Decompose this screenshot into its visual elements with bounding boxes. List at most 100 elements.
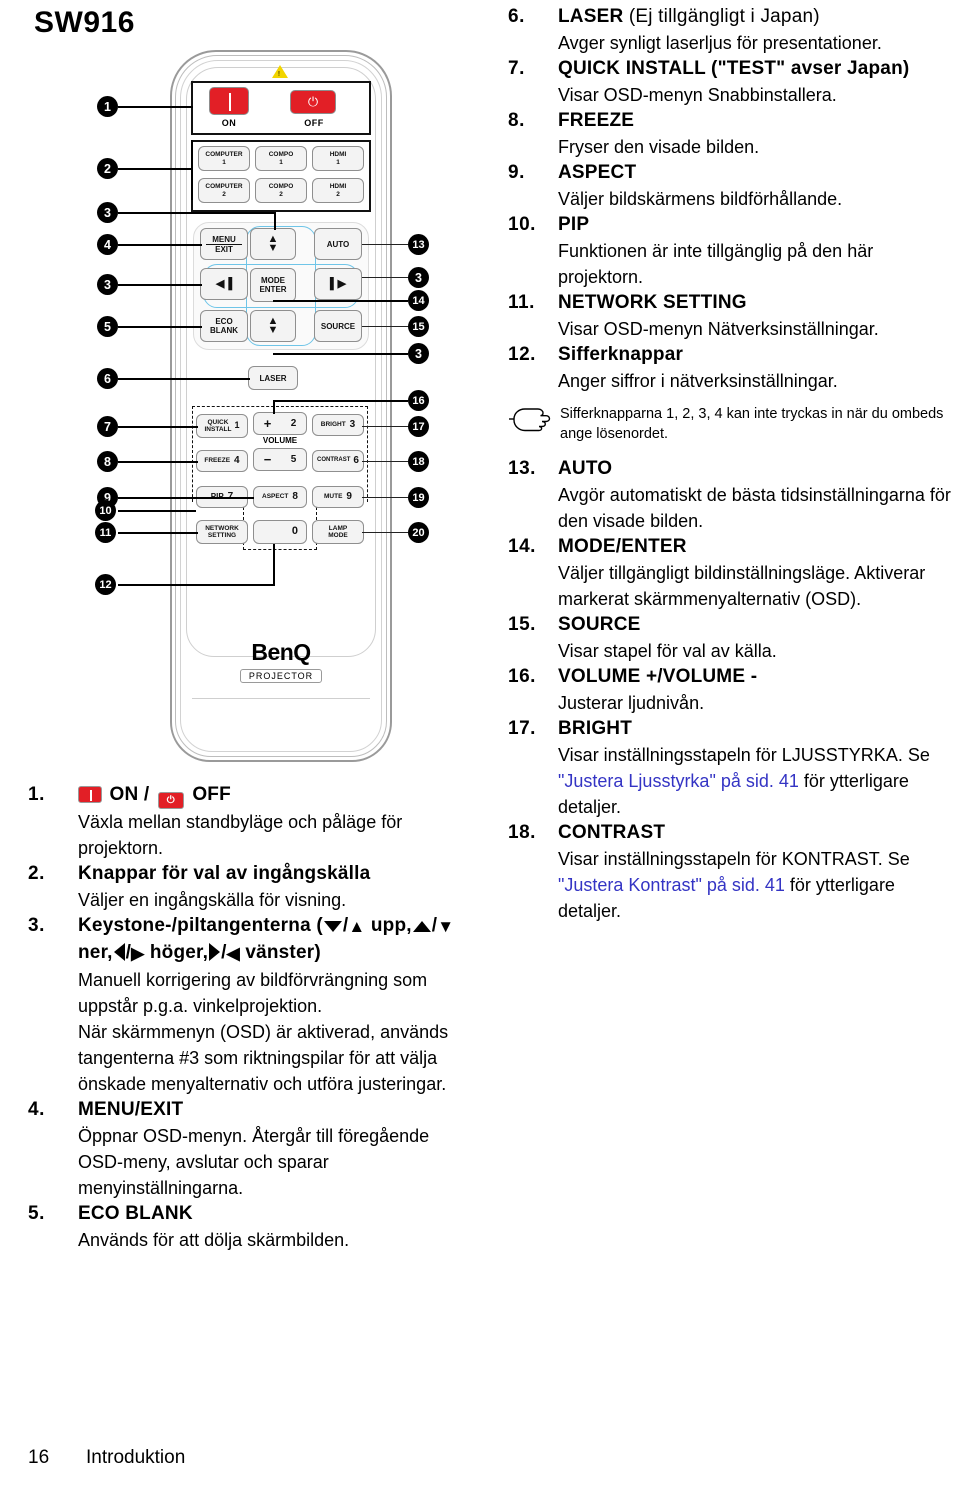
leader-line — [362, 277, 408, 278]
key-quick-install[interactable]: QUICK INSTALL 1 — [196, 414, 248, 438]
item-title-main: LASER — [558, 6, 624, 27]
laser-warning-icon: ! — [272, 65, 288, 78]
right-description-list: 6. LASER (Ej tillgängligt i Japan) Avger… — [508, 4, 958, 924]
leader-line — [118, 584, 274, 586]
key-menu-exit[interactable]: MENU EXIT — [200, 228, 248, 260]
item-number: 4. — [28, 1099, 45, 1120]
key-volume-down[interactable]: − 5 — [253, 448, 307, 471]
key-sublabel: ENTER — [259, 285, 287, 294]
list-item: 15. SOURCE Visar stapel för val av källa… — [508, 612, 958, 664]
key-label: HDMI — [329, 183, 347, 190]
item-description: Visar inställningsstapeln för KONTRAST. … — [558, 846, 958, 924]
item-description: Avger synligt laserljus för presentation… — [558, 33, 882, 53]
list-item: 8. FREEZE Fryser den visade bilden. — [508, 108, 958, 160]
item-title: ASPECT — [558, 162, 637, 183]
key-computer-2[interactable]: COMPUTER 2 — [198, 178, 250, 203]
power-off-icon: ⏻ — [157, 792, 184, 809]
item-title: NETWORK SETTING — [558, 292, 747, 313]
item-title-part-b: upp, — [370, 915, 412, 936]
key-keystone-up[interactable]: ▲ ▼ — [250, 228, 296, 260]
leader-line — [118, 168, 193, 170]
key-label: ECO — [215, 317, 233, 326]
key-compo-1[interactable]: COMPO 1 — [255, 146, 307, 171]
leader-line — [362, 326, 408, 327]
item-description: Växla mellan standbyläge och påläge för … — [78, 812, 403, 858]
key-source[interactable]: SOURCE — [314, 310, 362, 342]
item-number: 12. — [508, 344, 536, 365]
leader-line — [362, 497, 408, 498]
key-left[interactable]: ◀▐ — [200, 268, 248, 300]
cross-reference-link[interactable]: "Justera Kontrast" på sid. 41 — [558, 875, 785, 895]
item-title: MODE/ENTER — [558, 536, 687, 557]
key-keystone-down[interactable]: ▲ ▼ — [250, 310, 296, 342]
callout-4: 4 — [97, 234, 118, 255]
item-description: Väljer bildskärmens bildförhållande. — [558, 189, 843, 209]
key-label: NETWORK — [205, 524, 239, 532]
key-auto[interactable]: AUTO — [314, 228, 362, 260]
item-number: 14. — [508, 536, 536, 557]
key-label: CONTRAST — [317, 457, 351, 464]
key-mode-enter[interactable]: MODE ENTER — [250, 268, 296, 302]
key-digit: 9 — [346, 491, 352, 503]
key-laser[interactable]: LASER — [248, 366, 298, 390]
key-computer-1[interactable]: COMPUTER 1 — [198, 146, 250, 171]
callout-11: 11 — [95, 522, 116, 543]
callout-1: 1 — [97, 96, 118, 117]
item-number: 11. — [508, 292, 535, 313]
cross-reference-link[interactable]: "Justera Ljusstyrka" på sid. 41 — [558, 771, 799, 791]
list-item: 10. PIP Funktionen är inte tillgänglig p… — [508, 212, 958, 290]
key-lamp-mode[interactable]: LAMP MODE — [312, 520, 364, 544]
item-title-part-c: ner, — [78, 942, 113, 963]
key-label: + — [263, 415, 272, 431]
key-freeze[interactable]: FREEZE 4 — [196, 450, 248, 472]
leader-line — [118, 532, 198, 534]
key-label: LASER — [259, 373, 287, 383]
callout-2: 2 — [97, 158, 118, 179]
key-digit: 0 — [291, 525, 298, 538]
item-number: 10. — [508, 214, 536, 235]
key-zero[interactable]: 0 — [253, 520, 307, 544]
list-item: 4. MENU/EXIT Öppnar OSD-menyn. Återgår t… — [28, 1097, 473, 1201]
key-sublabel: EXIT — [206, 243, 242, 254]
power-off-label: OFF — [304, 118, 324, 128]
callout-20: 20 — [408, 522, 429, 543]
key-network-setting[interactable]: NETWORK SETTING — [196, 520, 248, 544]
leader-line — [273, 544, 275, 586]
callout-5: 5 — [97, 316, 118, 337]
item-description: Funktionen är inte tillgänglig på den hä… — [558, 241, 874, 287]
key-digit: 3 — [349, 419, 356, 431]
key-label: ASPECT — [262, 493, 289, 501]
key-volume-up[interactable]: + 2 — [253, 412, 307, 435]
item-number: 6. — [508, 6, 525, 27]
leader-line — [362, 244, 408, 245]
key-contrast[interactable]: CONTRAST 6 — [312, 450, 364, 472]
key-bright[interactable]: BRIGHT 3 — [312, 414, 364, 436]
key-aspect[interactable]: ASPECT 8 — [253, 486, 307, 508]
key-label: COMPUTER — [205, 151, 243, 158]
note-block: Sifferknapparna 1, 2, 3, 4 kan inte tryc… — [508, 404, 958, 444]
power-on-icon — [78, 786, 102, 803]
callout-3c: 3 — [408, 267, 429, 288]
item-title: CONTRAST — [558, 822, 666, 843]
key-eco-blank[interactable]: ECO BLANK — [200, 310, 248, 342]
key-digit: 6 — [353, 455, 359, 467]
power-on-button[interactable] — [209, 87, 249, 115]
list-item: 11. NETWORK SETTING Visar OSD-menyn Nätv… — [508, 290, 958, 342]
key-label: QUICK — [207, 418, 229, 426]
footer-section-name: Introduktion — [86, 1447, 186, 1468]
key-right[interactable]: ▌▶ — [314, 268, 362, 300]
key-sublabel: 2 — [222, 190, 226, 198]
callout-17: 17 — [408, 416, 429, 437]
item-description: Visar inställningsstapeln för LJUSSTYRKA… — [558, 742, 958, 820]
key-hdmi-1[interactable]: HDMI 1 — [312, 146, 364, 171]
trapezoid-down-icon — [323, 921, 342, 932]
key-hdmi-2[interactable]: HDMI 2 — [312, 178, 364, 203]
item-number: 1. — [28, 784, 45, 805]
key-label: AUTO — [326, 239, 350, 249]
key-compo-2[interactable]: COMPO 2 — [255, 178, 307, 203]
remote-seam-line — [192, 698, 370, 699]
list-item: 7. QUICK INSTALL ("TEST" avser Japan) Vi… — [508, 56, 958, 108]
key-mute[interactable]: MUTE 9 — [312, 486, 364, 508]
power-off-button[interactable]: ⏻ — [290, 90, 336, 114]
key-sublabel: 2 — [336, 190, 340, 198]
